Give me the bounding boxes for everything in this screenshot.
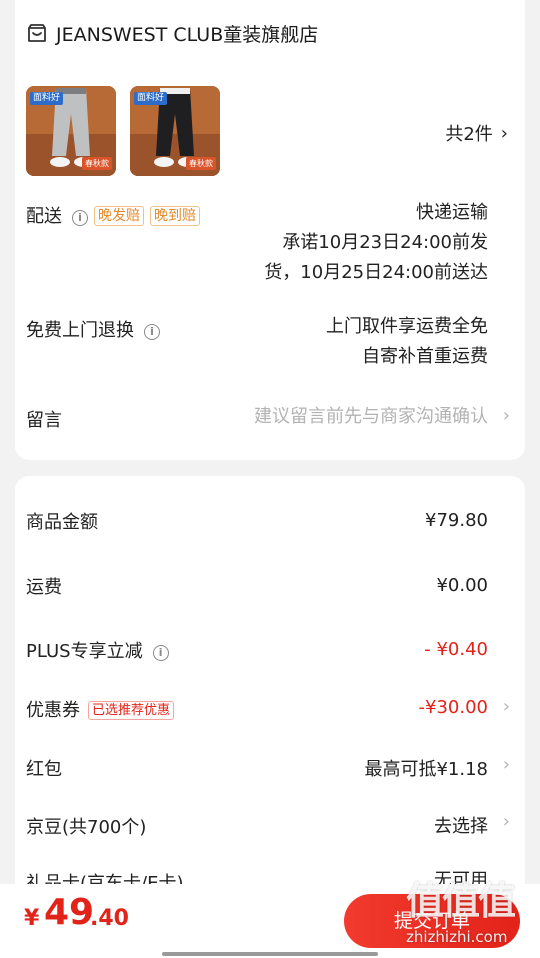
info-icon[interactable]: i [72, 210, 88, 226]
delivery-promise-line1: 承诺10月23日24:00前发 [282, 232, 488, 253]
returns-line1: 上门取件享运费全免 [326, 316, 488, 337]
price-integer: 49 [44, 892, 95, 933]
coupon-value[interactable]: -¥30.00 [419, 697, 488, 718]
delivery-promise-line2: 货，10月25日24:00前送达 [264, 262, 488, 283]
message-label: 留言 [26, 410, 62, 431]
returns-line2: 自寄补首重运费 [362, 346, 488, 367]
delivery-details[interactable]: 快递运输 承诺10月23日24:00前发 货，10月25日24:00前送达 [264, 198, 488, 288]
info-icon[interactable]: i [144, 324, 160, 340]
late-arrival-badge: 晚到赔 [150, 206, 200, 226]
submit-order-button[interactable]: 提交订单 [344, 894, 520, 948]
info-icon[interactable]: i [152, 645, 169, 661]
chevron-right-icon: › [502, 696, 510, 717]
product-tag: 面料好 [134, 92, 168, 105]
plus-discount-value: - ¥0.40 [424, 639, 488, 660]
returns-label: 免费上门退换 [26, 320, 134, 341]
redpacket-label: 红包 [26, 759, 62, 780]
jingdou-label: 京豆(共700个) [26, 817, 147, 838]
checkout-bar: ¥ 49 .40 提交订单 [0, 884, 540, 958]
delivery-label-row: 配送 i 晚发赔 晚到赔 [26, 202, 200, 228]
store-header[interactable]: JEANSWEST CLUB童装旗舰店 [26, 20, 318, 47]
jingdou-value[interactable]: 去选择 [434, 812, 488, 838]
chevron-right-icon: › [500, 122, 508, 144]
goods-amount-label: 商品金额 [26, 512, 98, 533]
plus-discount-row: PLUS专享立减 i [26, 637, 169, 663]
message-input[interactable]: 建议留言前先与商家沟通确认 [254, 402, 488, 432]
returns-label-row: 免费上门退换 i [26, 316, 160, 342]
redpacket-value[interactable]: 最高可抵¥1.18 [364, 755, 488, 781]
season-tag: 春秋款 [82, 157, 112, 170]
product-tag: 面料好 [30, 92, 64, 105]
plus-discount-label: PLUS专享立减 [26, 641, 143, 662]
delivery-label: 配送 [26, 206, 62, 227]
chevron-right-icon: › [502, 754, 510, 775]
store-icon [28, 23, 46, 42]
item-count-link[interactable]: 共2件 › [445, 120, 508, 146]
shipping-value: ¥0.00 [436, 575, 488, 596]
product-thumbnail[interactable]: 面料好 春秋款 [26, 86, 116, 176]
product-thumbnails[interactable]: 面料好 春秋款 面料好 春秋款 [26, 86, 220, 176]
chevron-right-icon: › [502, 811, 510, 832]
product-thumbnail[interactable]: 面料好 春秋款 [130, 86, 220, 176]
goods-amount-value: ¥79.80 [425, 510, 488, 531]
shipping-label: 运费 [26, 577, 62, 598]
season-tag: 春秋款 [186, 157, 216, 170]
coupon-badge: 已选推荐优惠 [88, 701, 175, 720]
home-indicator[interactable] [162, 952, 378, 956]
store-name: JEANSWEST CLUB童装旗舰店 [56, 24, 319, 46]
item-count: 共2件 [445, 124, 493, 145]
returns-details: 上门取件享运费全免 自寄补首重运费 [326, 312, 488, 372]
delivery-method: 快递运输 [416, 202, 488, 223]
coupon-row[interactable]: 优惠券 已选推荐优惠 [26, 696, 175, 722]
coupon-label: 优惠券 [26, 700, 80, 721]
chevron-right-icon: › [502, 405, 510, 426]
price-currency: ¥ [24, 906, 40, 931]
price-decimal: .40 [90, 906, 129, 931]
late-ship-badge: 晚发赔 [94, 206, 144, 226]
